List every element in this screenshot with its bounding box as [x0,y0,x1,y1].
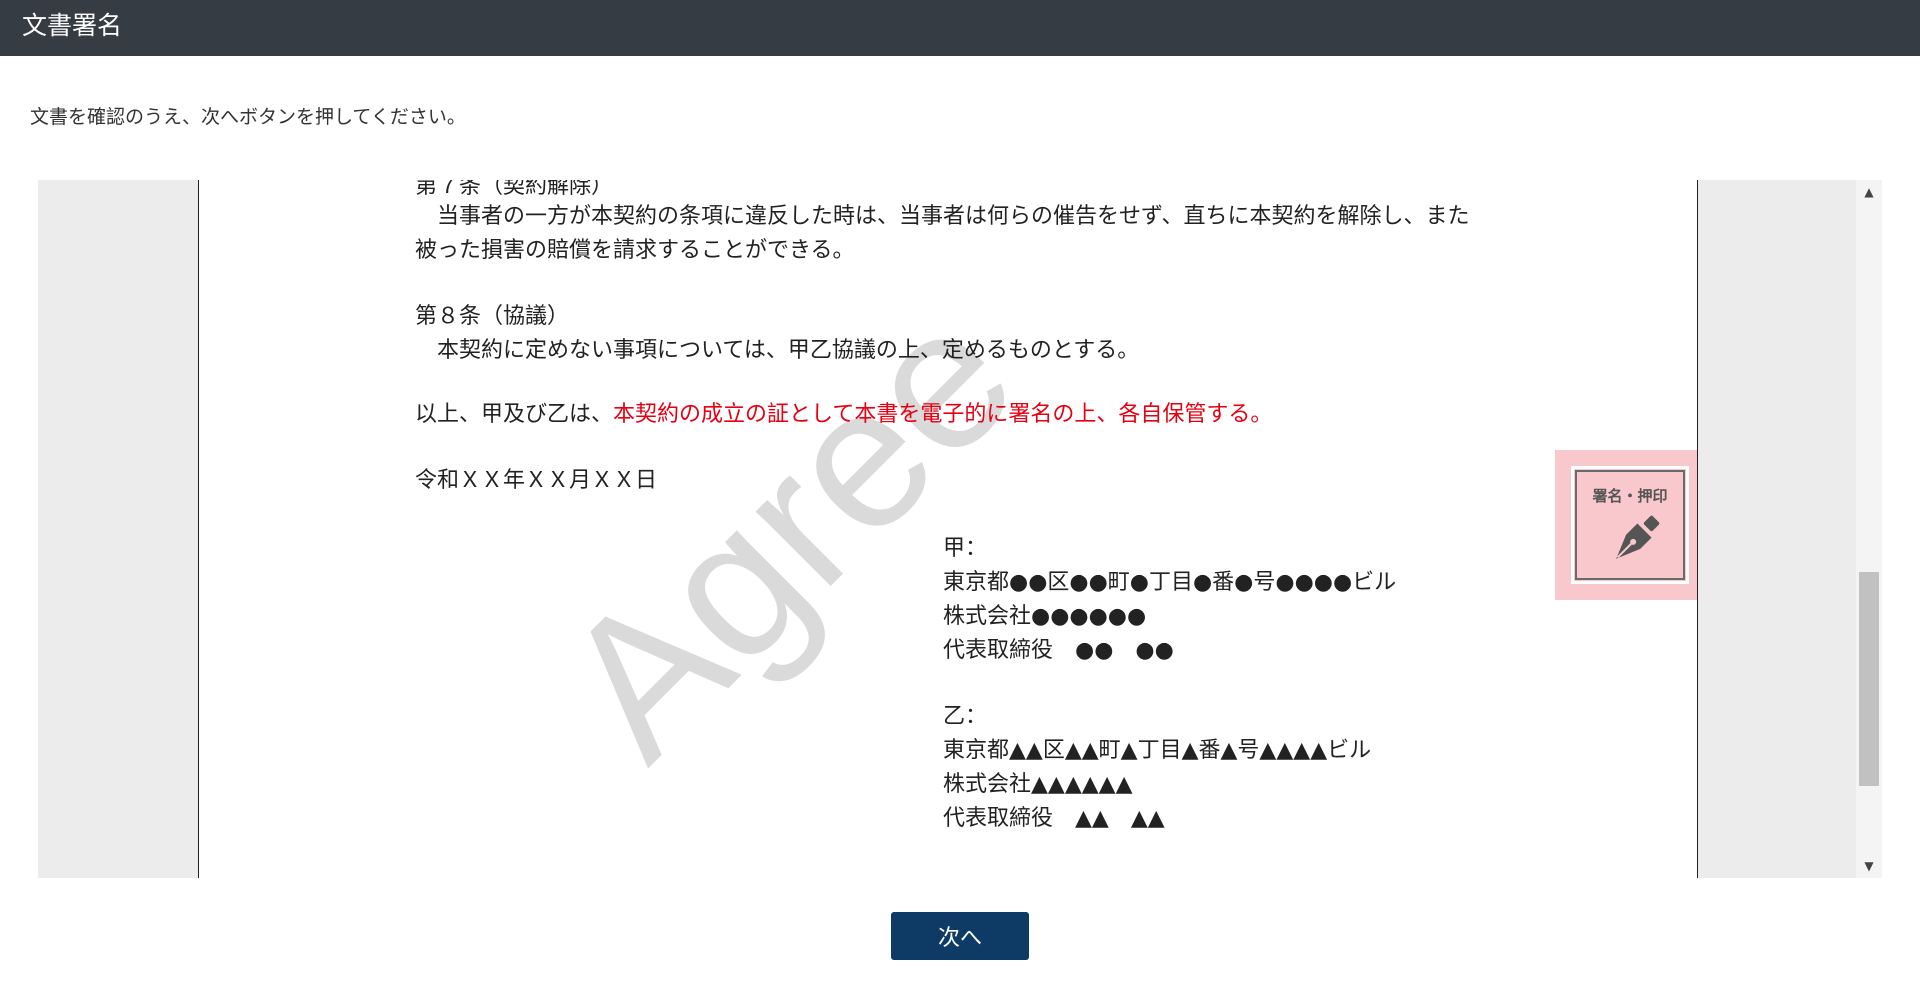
party-a-label: 甲： [943,536,988,561]
watermark: Agree [520,264,1056,800]
header-bar: 文書署名 [0,0,1920,56]
article7-line1: 当事者の一方が本契約の条項に違反した時は、当事者は何らの催告をせず、直ちに本契約… [415,204,1470,229]
scroll-down-arrow-icon[interactable]: ▼ [1856,858,1882,874]
stamp-label: 署名・押印 [1592,487,1668,505]
document-scrollbar[interactable]: ▲ ▼ [1856,180,1882,878]
party-a-address: 東京都●●区●●町●丁目●番●号●●●●ビル [943,570,1397,595]
pen-nib-icon [1616,515,1660,559]
document-viewer[interactable]: Agree 第７条（契約解除） 当事者の一方が本契約の条項に違反した時は、当事者… [38,180,1882,878]
closing-prefix: 以上、甲及び乙は、 [415,402,614,427]
article8-heading: 第８条（協議） [415,304,570,329]
party-b-representative: 代表取締役 ▲▲ ▲▲ [943,806,1165,831]
closing-highlight: 本契約の成立の証として本書を電子的に署名の上、各自保管する。 [613,402,1273,427]
document-page: Agree 第７条（契約解除） 当事者の一方が本契約の条項に違反した時は、当事者… [198,180,1698,878]
party-b-address: 東京都▲▲区▲▲町▲丁目▲番▲号▲▲▲▲ビル [943,738,1372,763]
party-a-representative: 代表取締役 ●● ●● [943,638,1174,663]
scroll-thumb[interactable] [1859,572,1879,786]
contract-date: 令和ＸＸ年ＸＸ月ＸＸ日 [415,468,658,493]
closing-statement: 以上、甲及び乙は、本契約の成立の証として本書を電子的に署名の上、各自保管する。 [415,398,1272,432]
party-a-company: 株式会社●●●●●● [943,604,1147,629]
stamp-frame: 署名・押印 [1571,466,1689,584]
page-title: 文書署名 [22,11,123,40]
article8-line1: 本契約に定めない事項については、甲乙協議の上、定めるものとする。 [415,338,1140,363]
scroll-up-arrow-icon[interactable]: ▲ [1856,184,1882,200]
next-button[interactable]: 次へ [891,912,1029,960]
party-b-company: 株式会社▲▲▲▲▲▲ [943,772,1133,797]
instruction-text: 文書を確認のうえ、次へボタンを押してください。 [30,106,466,128]
article7-line2: 被った損害の賠償を請求することができる。 [415,238,855,263]
party-b-label: 乙： [943,704,988,729]
signature-stamp-field[interactable]: 署名・押印 [1555,450,1697,600]
